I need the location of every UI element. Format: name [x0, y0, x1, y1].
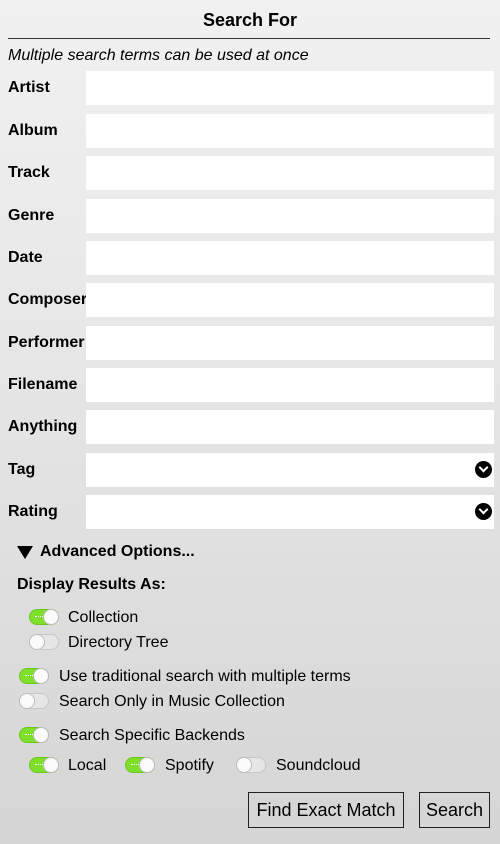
- genre-row: Genre: [0, 199, 500, 233]
- tag-row: Tag: [0, 453, 500, 487]
- music-collection-only-toggle[interactable]: [19, 693, 49, 709]
- toggle-knob: [236, 757, 252, 773]
- date-row: Date: [0, 241, 500, 275]
- album-label: Album: [8, 122, 58, 139]
- triangle-down-icon: [17, 546, 33, 559]
- display-directory-tree-toggle[interactable]: [29, 634, 59, 650]
- toggle-knob: [33, 727, 49, 743]
- traditional-search-label: Use traditional search with multiple ter…: [59, 668, 351, 685]
- genre-label: Genre: [8, 207, 55, 224]
- anything-label: Anything: [8, 418, 78, 435]
- chevron-down-icon[interactable]: [475, 461, 492, 478]
- track-label: Track: [8, 164, 50, 181]
- page-title: Search For: [202, 10, 298, 30]
- display-results-label: Display Results As:: [17, 576, 166, 593]
- date-label: Date: [8, 249, 43, 266]
- filename-row: Filename: [0, 368, 500, 402]
- artist-label: Artist: [8, 79, 50, 96]
- display-collection-label: Collection: [68, 609, 139, 626]
- backend-soundcloud-label: Soundcloud: [276, 757, 361, 774]
- toggle-knob: [139, 757, 155, 773]
- toggle-knob: [19, 693, 35, 709]
- composer-row: Composer: [0, 283, 500, 317]
- toggle-knob: [29, 634, 45, 650]
- rating-label: Rating: [8, 503, 58, 520]
- rating-select[interactable]: [86, 495, 494, 529]
- performer-input[interactable]: [86, 326, 494, 360]
- composer-label: Composer: [8, 291, 88, 308]
- album-row: Album: [0, 114, 500, 148]
- specific-backends-toggle[interactable]: [19, 727, 49, 743]
- track-row: Track: [0, 156, 500, 190]
- backend-spotify-label: Spotify: [165, 757, 214, 774]
- artist-row: Artist: [0, 71, 500, 105]
- chevron-down-icon[interactable]: [475, 503, 492, 520]
- backend-local-toggle[interactable]: [29, 757, 59, 773]
- performer-row: Performer: [0, 326, 500, 360]
- anything-row: Anything: [0, 410, 500, 444]
- specific-backends-label: Search Specific Backends: [59, 727, 245, 744]
- performer-label: Performer: [8, 334, 85, 351]
- date-input[interactable]: [86, 241, 494, 275]
- backend-spotify-toggle[interactable]: [125, 757, 155, 773]
- search-panel: Search For Multiple search terms can be …: [0, 0, 500, 844]
- tag-label: Tag: [8, 461, 36, 478]
- composer-input[interactable]: [86, 283, 494, 317]
- rating-row: Rating: [0, 495, 500, 529]
- search-hint: Multiple search terms can be used at onc…: [8, 47, 309, 64]
- toggle-knob: [43, 757, 59, 773]
- filename-label: Filename: [8, 376, 78, 393]
- tag-select[interactable]: [86, 453, 494, 487]
- search-button[interactable]: Search: [419, 792, 490, 828]
- anything-input[interactable]: [86, 410, 494, 444]
- filename-input[interactable]: [86, 368, 494, 402]
- traditional-search-toggle[interactable]: [19, 668, 49, 684]
- track-input[interactable]: [86, 156, 494, 190]
- toggle-knob: [43, 609, 59, 625]
- display-directory-tree-label: Directory Tree: [68, 634, 169, 651]
- artist-input[interactable]: [86, 71, 494, 105]
- advanced-options-label: Advanced Options...: [40, 543, 195, 560]
- music-collection-only-label: Search Only in Music Collection: [59, 693, 285, 710]
- backend-soundcloud-toggle[interactable]: [236, 757, 266, 773]
- title-divider: [8, 38, 490, 39]
- album-input[interactable]: [86, 114, 494, 148]
- find-exact-match-button[interactable]: Find Exact Match: [248, 792, 404, 828]
- backend-local-label: Local: [68, 757, 107, 774]
- toggle-knob: [33, 668, 49, 684]
- genre-input[interactable]: [86, 199, 494, 233]
- display-collection-toggle[interactable]: [29, 609, 59, 625]
